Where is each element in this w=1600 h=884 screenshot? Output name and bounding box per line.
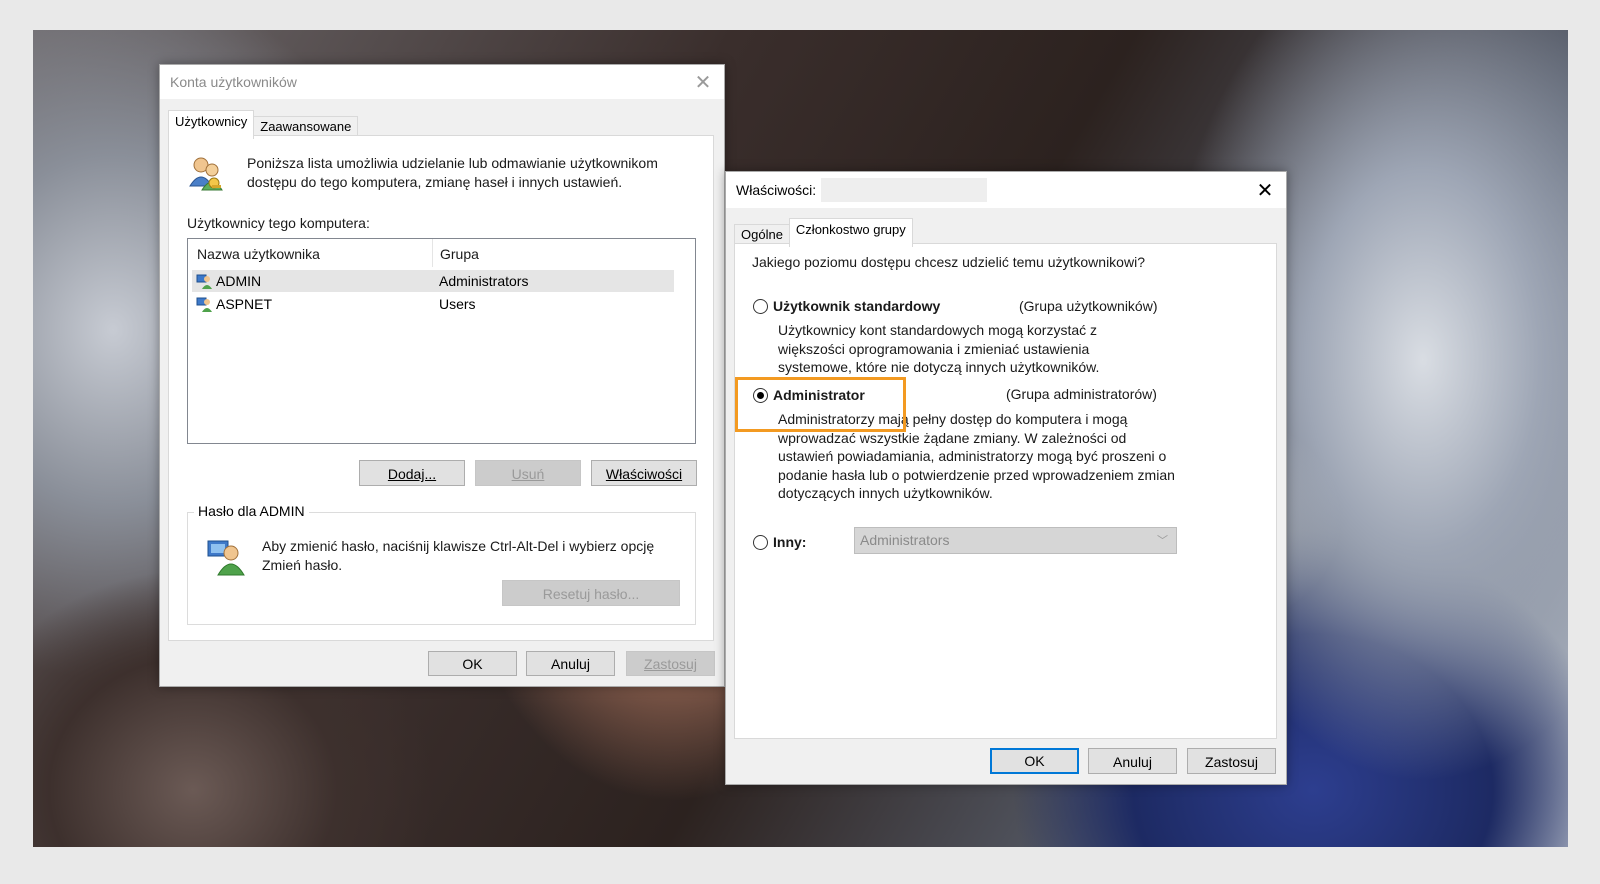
- group-cell: Users: [439, 296, 476, 312]
- password-info-text: Aby zmienić hasło, naciśnij klawisze Ctr…: [262, 538, 655, 573]
- administrator-group: (Grupa administratorów): [1006, 386, 1157, 402]
- users-list-label: Użytkownicy tego komputera:: [187, 215, 370, 231]
- list-header: Nazwa użytkownika Grupa: [188, 239, 695, 267]
- remove-user-button[interactable]: Usuń: [475, 460, 581, 486]
- ok-button[interactable]: OK: [428, 651, 517, 676]
- table-row[interactable]: ADMIN Administrators: [192, 270, 674, 292]
- column-header-group[interactable]: Grupa: [440, 246, 479, 262]
- users-tab-panel: Poniższa lista umożliwia udzielanie lub …: [168, 135, 714, 641]
- administrator-radio[interactable]: [753, 388, 768, 403]
- password-group-title: Hasło dla ADMIN: [194, 503, 309, 519]
- username-cell: ASPNET: [216, 296, 273, 312]
- apply-button[interactable]: Zastosuj: [626, 651, 715, 676]
- close-icon[interactable]: ✕: [694, 72, 712, 92]
- group-cell: Administrators: [439, 273, 529, 289]
- user-icon: [196, 297, 212, 312]
- title-bar: Konta użytkowników ✕: [160, 65, 724, 99]
- add-user-button[interactable]: Dodaj...: [359, 460, 465, 486]
- standard-user-group: (Grupa użytkowników): [1019, 298, 1158, 314]
- intro-text: Poniższa lista umożliwia udzielanie lub …: [247, 155, 658, 190]
- close-icon[interactable]: ✕: [1256, 180, 1274, 200]
- cancel-button[interactable]: Anuluj: [1088, 748, 1177, 774]
- group-select-value: Administrators: [860, 532, 950, 548]
- chevron-down-icon: ﹀: [1157, 535, 1168, 547]
- table-row[interactable]: ASPNET Users: [192, 293, 674, 315]
- apply-button[interactable]: Zastosuj: [1187, 748, 1276, 774]
- other-radio[interactable]: [753, 535, 768, 550]
- other-label[interactable]: Inny:: [773, 533, 806, 552]
- username-cell: ADMIN: [216, 273, 262, 289]
- column-header-username[interactable]: Nazwa użytkownika: [197, 246, 320, 262]
- column-divider[interactable]: [432, 239, 433, 267]
- standard-user-radio[interactable]: [753, 299, 768, 314]
- window-title: Konta użytkowników: [170, 74, 297, 90]
- access-question: Jakiego poziomu dostępu chcesz udzielić …: [752, 254, 1145, 270]
- administrator-label[interactable]: Administrator: [773, 386, 865, 405]
- password-group: Hasło dla ADMIN Aby zmienić hasło, naciś…: [187, 503, 696, 625]
- redacted-username: [821, 178, 987, 202]
- standard-user-description: Użytkownicy kont standardowych mogą korz…: [778, 322, 1100, 375]
- user-icon: [196, 274, 212, 289]
- administrator-description: Administratorzy mają pełny dostęp do kom…: [778, 411, 1175, 501]
- ok-button[interactable]: OK: [990, 748, 1079, 774]
- user-password-icon: [207, 540, 245, 576]
- cancel-button[interactable]: Anuluj: [526, 651, 615, 676]
- group-membership-panel: Jakiego poziomu dostępu chcesz udzielić …: [734, 243, 1277, 739]
- standard-user-label[interactable]: Użytkownik standardowy: [773, 297, 940, 316]
- users-list[interactable]: Nazwa użytkownika Grupa ADMIN Administra…: [187, 238, 696, 444]
- window-title: Właściwości:: [736, 182, 817, 198]
- tab-group-membership[interactable]: Członkostwo grupy: [788, 218, 913, 247]
- group-select[interactable]: Administrators ﹀: [854, 527, 1177, 554]
- user-accounts-window: Konta użytkowników ✕ Użytkownicy Zaawans…: [159, 64, 725, 687]
- reset-password-button[interactable]: Resetuj hasło...: [502, 580, 680, 606]
- users-icon: [189, 157, 223, 191]
- user-properties-window: Właściwości: ✕ Ogólne Członkostwo grupy …: [725, 171, 1287, 785]
- properties-button[interactable]: Właściwości: [591, 460, 697, 486]
- title-bar: Właściwości: ✕: [726, 172, 1286, 208]
- tab-users[interactable]: Użytkownicy: [168, 110, 255, 139]
